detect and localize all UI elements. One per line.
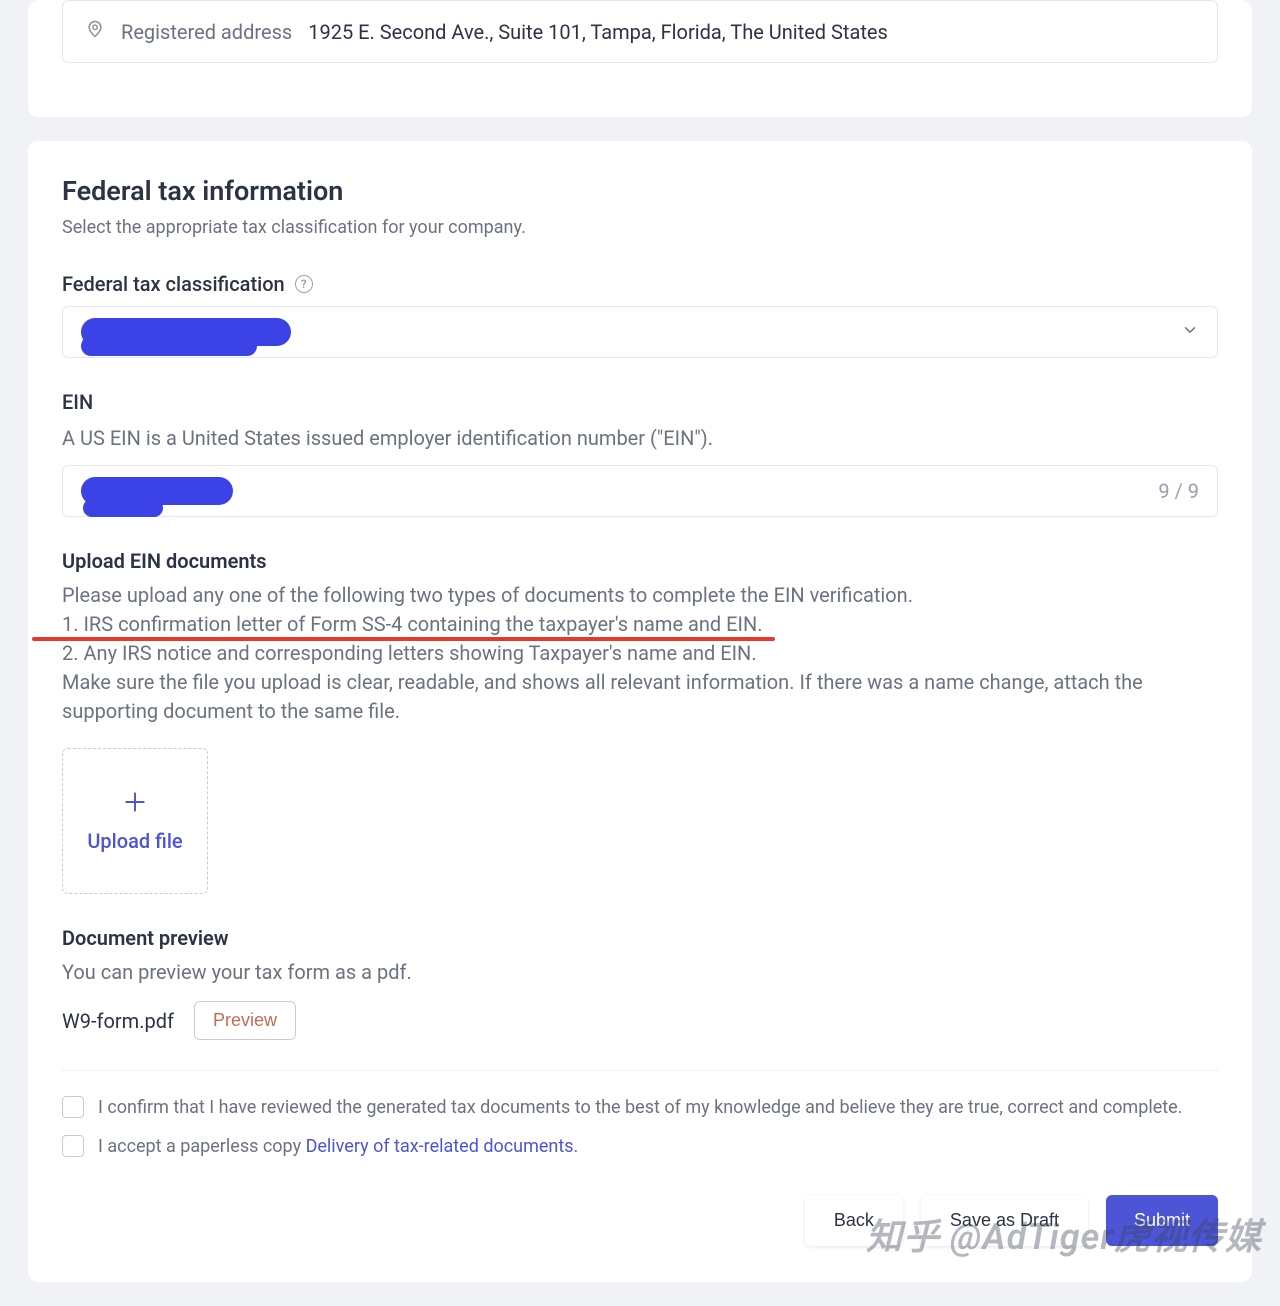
red-underline-annotation-icon <box>32 637 775 641</box>
registered-address-value: 1925 E. Second Ave., Suite 101, Tampa, F… <box>308 20 888 44</box>
back-button[interactable]: Back <box>805 1195 903 1246</box>
confirm-reviewed-text: I confirm that I have reviewed the gener… <box>98 1095 1182 1120</box>
section-title: Federal tax information <box>62 175 1218 207</box>
submit-button[interactable]: Submit <box>1106 1195 1218 1246</box>
ein-label: EIN <box>62 390 1218 414</box>
preview-filename: W9-form.pdf <box>62 1009 174 1033</box>
accept-paperless-checkbox[interactable] <box>62 1135 84 1157</box>
ein-description: A US EIN is a United States issued emplo… <box>62 424 1218 453</box>
plus-icon <box>122 789 148 819</box>
save-draft-button[interactable]: Save as Draft <box>921 1195 1088 1246</box>
section-subtitle: Select the appropriate tax classificatio… <box>62 217 1218 238</box>
ein-char-counter: 9 / 9 <box>1158 479 1199 503</box>
upload-instructions: Please upload any one of the following t… <box>62 581 1218 726</box>
location-pin-icon <box>85 19 105 44</box>
redacted-scribble-icon <box>81 477 233 505</box>
registered-address-label: Registered address <box>121 20 292 44</box>
accept-paperless-text: I accept a paperless copy Delivery of ta… <box>98 1134 578 1159</box>
delivery-link[interactable]: Delivery of tax-related documents <box>306 1136 574 1157</box>
preview-title: Document preview <box>62 926 1218 950</box>
help-icon[interactable]: ? <box>295 275 313 293</box>
company-card: Registered address 1925 E. Second Ave., … <box>28 0 1252 117</box>
upload-file-button[interactable]: Upload file <box>62 748 208 894</box>
confirm-reviewed-checkbox[interactable] <box>62 1096 84 1118</box>
redacted-scribble-icon <box>81 318 291 346</box>
preview-description: You can preview your tax form as a pdf. <box>62 958 1218 987</box>
registered-address-row: Registered address 1925 E. Second Ave., … <box>62 0 1218 63</box>
divider <box>62 1070 1218 1071</box>
preview-button[interactable]: Preview <box>194 1001 296 1040</box>
federal-tax-card: Federal tax information Select the appro… <box>28 141 1252 1282</box>
ein-input[interactable]: 9 / 9 <box>62 465 1218 517</box>
chevron-down-icon <box>1181 321 1199 344</box>
upload-title: Upload EIN documents <box>62 549 1218 573</box>
classification-label: Federal tax classification ? <box>62 272 1218 296</box>
action-bar: Back Save as Draft Submit <box>62 1195 1218 1246</box>
classification-select[interactable] <box>62 306 1218 358</box>
